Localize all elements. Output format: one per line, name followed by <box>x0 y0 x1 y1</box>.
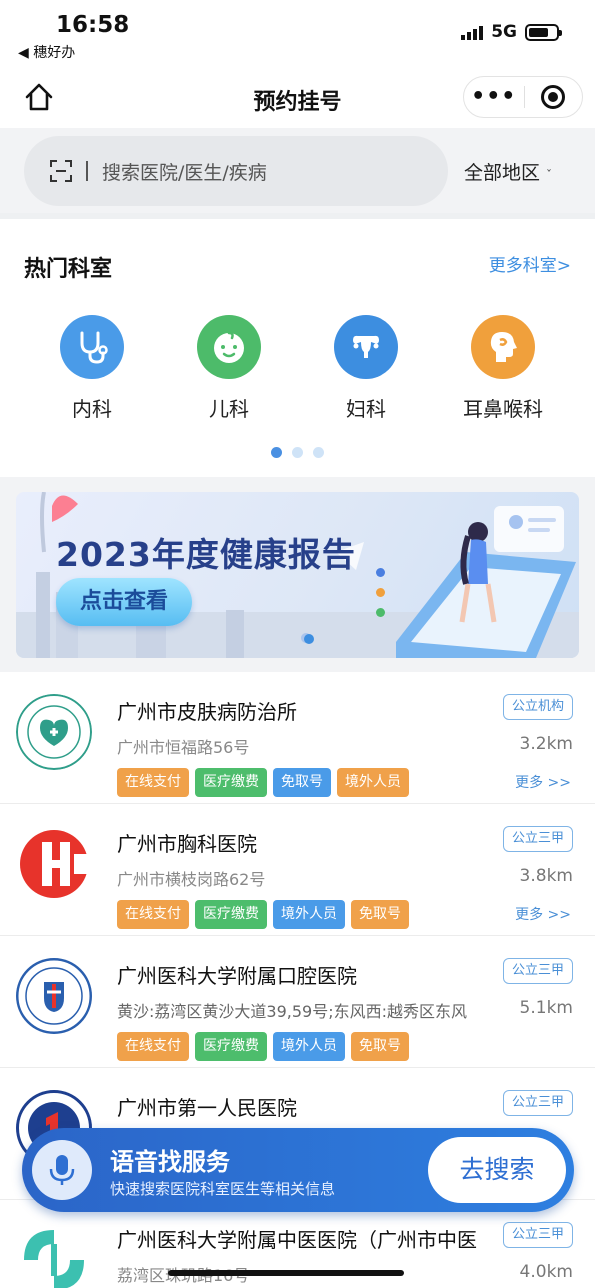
voice-search-bar[interactable]: 语音找服务 快速搜索医院科室医生等相关信息 去搜索 <box>22 1128 574 1212</box>
service-tag: 医疗缴费 <box>195 1032 267 1061</box>
hospital-address: 广州市横枝岗路62号 <box>117 870 266 889</box>
miniapp-capsule: ••• <box>463 76 583 118</box>
dept-pediatrics[interactable]: 儿科 <box>174 315 284 422</box>
banner-page-dot <box>304 634 314 644</box>
chevron-down-icon: ˇ <box>546 168 553 182</box>
service-tag: 免取号 <box>273 768 331 797</box>
hospital-address: 黄沙:荔湾区黄沙大道39,59号;东风西:越秀区东风 <box>117 1002 467 1021</box>
hospital-name: 广州市第一人民医院 <box>117 1096 297 1120</box>
service-tag: 免取号 <box>351 1032 409 1061</box>
voice-title: 语音找服务 <box>110 1148 230 1176</box>
hospital-badge: 公立三甲 <box>502 958 573 984</box>
go-search-button[interactable]: 去搜索 <box>428 1137 566 1203</box>
hospital-logo <box>20 830 92 898</box>
more-services-link[interactable]: 更多 >> <box>515 772 571 792</box>
nav-bar: 预约挂号 ••• <box>0 66 595 128</box>
status-bar: 16:58 ◀ 穗好办 5G <box>0 0 595 66</box>
target-icon <box>541 85 566 109</box>
search-placeholder: 搜索医院/医生/疾病 <box>102 161 267 184</box>
close-miniapp-button[interactable] <box>524 85 582 109</box>
hospital-logo <box>16 694 92 770</box>
service-tag: 免取号 <box>351 900 409 929</box>
service-tag: 境外人员 <box>337 768 409 797</box>
dept-gynecology[interactable]: 妇科 <box>311 315 421 422</box>
banner-section: 2023年度健康报告 点击查看 <box>0 477 595 672</box>
carousel-indicator <box>0 447 595 458</box>
voice-subtitle: 快速搜索医院科室医生等相关信息 <box>110 1180 336 1198</box>
region-label: 全部地区 <box>464 162 541 184</box>
carousel-dot <box>313 447 324 458</box>
hot-departments-section: 热门科室 更多科室> 内科 儿科 妇科 耳鼻喉科 <box>0 219 595 477</box>
hospital-name: 广州市胸科医院 <box>117 832 257 856</box>
service-tag: 医疗缴费 <box>195 768 267 797</box>
dept-ent[interactable]: 耳鼻喉科 <box>448 315 558 422</box>
signal-icon <box>461 24 484 40</box>
uterus-icon <box>334 315 398 379</box>
home-indicator <box>168 1270 404 1276</box>
microphone-icon[interactable] <box>32 1140 92 1200</box>
service-tag: 境外人员 <box>273 1032 345 1061</box>
dept-label: 内科 <box>72 397 112 421</box>
dept-label: 耳鼻喉科 <box>463 397 543 421</box>
ent-head-icon <box>471 315 535 379</box>
search-input[interactable]: 搜索医院/医生/疾病 <box>24 136 448 206</box>
more-menu-button[interactable]: ••• <box>464 76 524 118</box>
hospital-badge: 公立三甲 <box>502 1222 573 1248</box>
dept-label: 儿科 <box>209 397 249 421</box>
hospital-name: 广州医科大学附属口腔医院 <box>117 964 357 988</box>
service-tag: 在线支付 <box>117 900 189 929</box>
hospital-distance: 3.8km <box>519 866 573 886</box>
scan-icon[interactable] <box>50 160 72 182</box>
hospital-distance: 4.0km <box>519 1262 573 1282</box>
region-selector[interactable]: 全部地区 ˇ <box>464 158 552 185</box>
baby-face-icon <box>197 315 261 379</box>
hospital-address: 广州市恒福路56号 <box>117 738 250 757</box>
legend-dot <box>376 608 385 617</box>
hospital-distance: 5.1km <box>519 998 573 1018</box>
status-time: 16:58 <box>56 12 130 38</box>
search-row: 搜索医院/医生/疾病 全部地区 ˇ <box>0 128 595 213</box>
banner-view-button[interactable]: 点击查看 <box>56 578 192 626</box>
carousel-dot <box>271 447 282 458</box>
carousel-dot <box>292 447 303 458</box>
more-services-link[interactable]: 更多 >> <box>515 904 571 924</box>
service-tag: 境外人员 <box>273 900 345 929</box>
dept-label: 妇科 <box>346 397 386 421</box>
hospital-item[interactable]: 广州市胸科医院 公立三甲 广州市横枝岗路62号 3.8km 在线支付 医疗缴费 … <box>0 804 595 936</box>
network-type: 5G <box>491 22 517 42</box>
section-title: 热门科室 <box>24 257 113 282</box>
hospital-logo <box>16 958 92 1034</box>
legend-dot <box>376 588 385 597</box>
hospital-item[interactable]: 广州医科大学附属口腔医院 公立三甲 黄沙:荔湾区黄沙大道39,59号;东风西:越… <box>0 936 595 1068</box>
hospital-name: 广州市皮肤病防治所 <box>117 700 297 724</box>
dept-internal-medicine[interactable]: 内科 <box>37 315 147 422</box>
hospital-badge: 公立三甲 <box>502 826 573 852</box>
hospital-item[interactable]: 广州市皮肤病防治所 公立机构 广州市恒福路56号 3.2km 在线支付 医疗缴费… <box>0 672 595 804</box>
stethoscope-icon <box>60 315 124 379</box>
hospital-badge: 公立三甲 <box>502 1090 573 1116</box>
legend-dot <box>376 568 385 577</box>
battery-icon <box>525 23 562 41</box>
hospital-name: 广州医科大学附属中医医院（广州市中医 <box>117 1228 477 1252</box>
banner-title: 2023年度健康报告 <box>56 535 356 574</box>
hospital-distance: 3.2km <box>519 734 573 754</box>
service-tag: 医疗缴费 <box>195 900 267 929</box>
hospital-logo <box>18 1224 90 1288</box>
more-departments-link[interactable]: 更多科室> <box>489 251 571 276</box>
hospital-badge: 公立机构 <box>502 694 573 720</box>
service-tag: 在线支付 <box>117 1032 189 1061</box>
health-report-banner[interactable]: 2023年度健康报告 点击查看 <box>16 492 579 658</box>
service-tag: 在线支付 <box>117 768 189 797</box>
back-to-app-link[interactable]: ◀ 穗好办 <box>18 42 75 62</box>
